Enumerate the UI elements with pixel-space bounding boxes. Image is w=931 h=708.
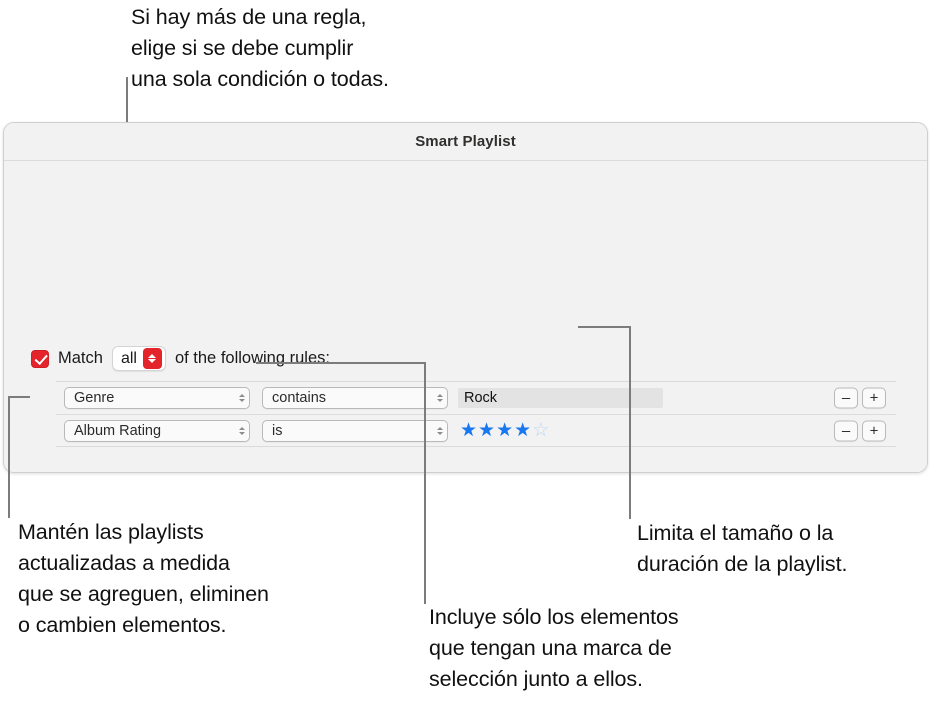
rule-actions: – + (834, 420, 886, 441)
remove-rule-button[interactable]: – (834, 387, 858, 409)
leader-line-limit-v (629, 326, 631, 519)
chevron-updown-icon[interactable] (142, 348, 162, 369)
rule-row: Album Rating is ★ ★ ★ ★ ☆ – + (56, 414, 896, 446)
callout-match-rules: Si hay más de una regla, elige si se deb… (131, 5, 389, 91)
rule-value-input[interactable]: Rock (458, 388, 663, 408)
chevron-updown-icon (437, 394, 443, 402)
rule-field-select[interactable]: Album Rating (64, 419, 250, 442)
star-empty-icon[interactable]: ☆ (532, 421, 549, 440)
leader-line-live-updating-h (8, 396, 30, 398)
rule-field-select[interactable]: Genre (64, 387, 250, 409)
add-rule-button[interactable]: + (862, 420, 886, 441)
callout-limit: Limita el tamaño o la duración de la pla… (637, 521, 848, 576)
page-title: Smart Playlist (415, 133, 516, 150)
leader-line-live-updating-v (8, 396, 10, 518)
rule-operator-value: is (272, 422, 283, 439)
smart-playlist-dialog: Smart Playlist Match all of the followin… (3, 122, 928, 473)
rule-operator-select[interactable]: is (262, 419, 448, 442)
star-filled-icon[interactable]: ★ (460, 421, 477, 440)
rules-list: Genre contains Rock – + Album Rating is … (56, 381, 896, 447)
screenshot-root: Si hay más de una regla, elige si se deb… (0, 0, 931, 708)
rule-star-rating[interactable]: ★ ★ ★ ★ ☆ (460, 421, 549, 440)
match-label: Match (58, 349, 103, 367)
match-type-popup[interactable]: all (111, 346, 166, 371)
match-checkbox[interactable] (31, 349, 49, 368)
callout-match-only-checked: Incluye sólo los elementos que tengan un… (429, 605, 679, 691)
chevron-updown-icon (437, 426, 443, 435)
star-filled-icon[interactable]: ★ (496, 421, 513, 440)
star-filled-icon[interactable]: ★ (478, 421, 495, 440)
rule-field-value: Album Rating (74, 422, 162, 439)
remove-rule-button[interactable]: – (834, 420, 858, 441)
match-row: Match all of the following rules: (31, 346, 330, 371)
rule-operator-value: contains (272, 390, 327, 406)
rule-field-value: Genre (74, 390, 115, 406)
leader-line-match-only-checked-h (256, 362, 426, 364)
add-rule-button[interactable]: + (862, 387, 886, 409)
callout-live-updating: Mantén las playlists actualizadas a medi… (18, 520, 269, 637)
chevron-updown-icon (239, 426, 245, 435)
leader-line-limit-h (578, 326, 631, 328)
rule-actions: – + (834, 387, 886, 409)
dialog-body: Match all of the following rules: Genre (4, 161, 927, 472)
rule-operator-select[interactable]: contains (262, 387, 448, 409)
leader-line-match-only-checked-v (424, 362, 426, 604)
rule-row: Genre contains Rock – + (56, 382, 896, 414)
match-type-value: all (120, 349, 137, 367)
dialog-titlebar: Smart Playlist (4, 123, 927, 161)
match-suffix-label: of the following rules: (174, 349, 330, 367)
chevron-updown-icon (239, 394, 245, 402)
star-filled-icon[interactable]: ★ (514, 421, 531, 440)
